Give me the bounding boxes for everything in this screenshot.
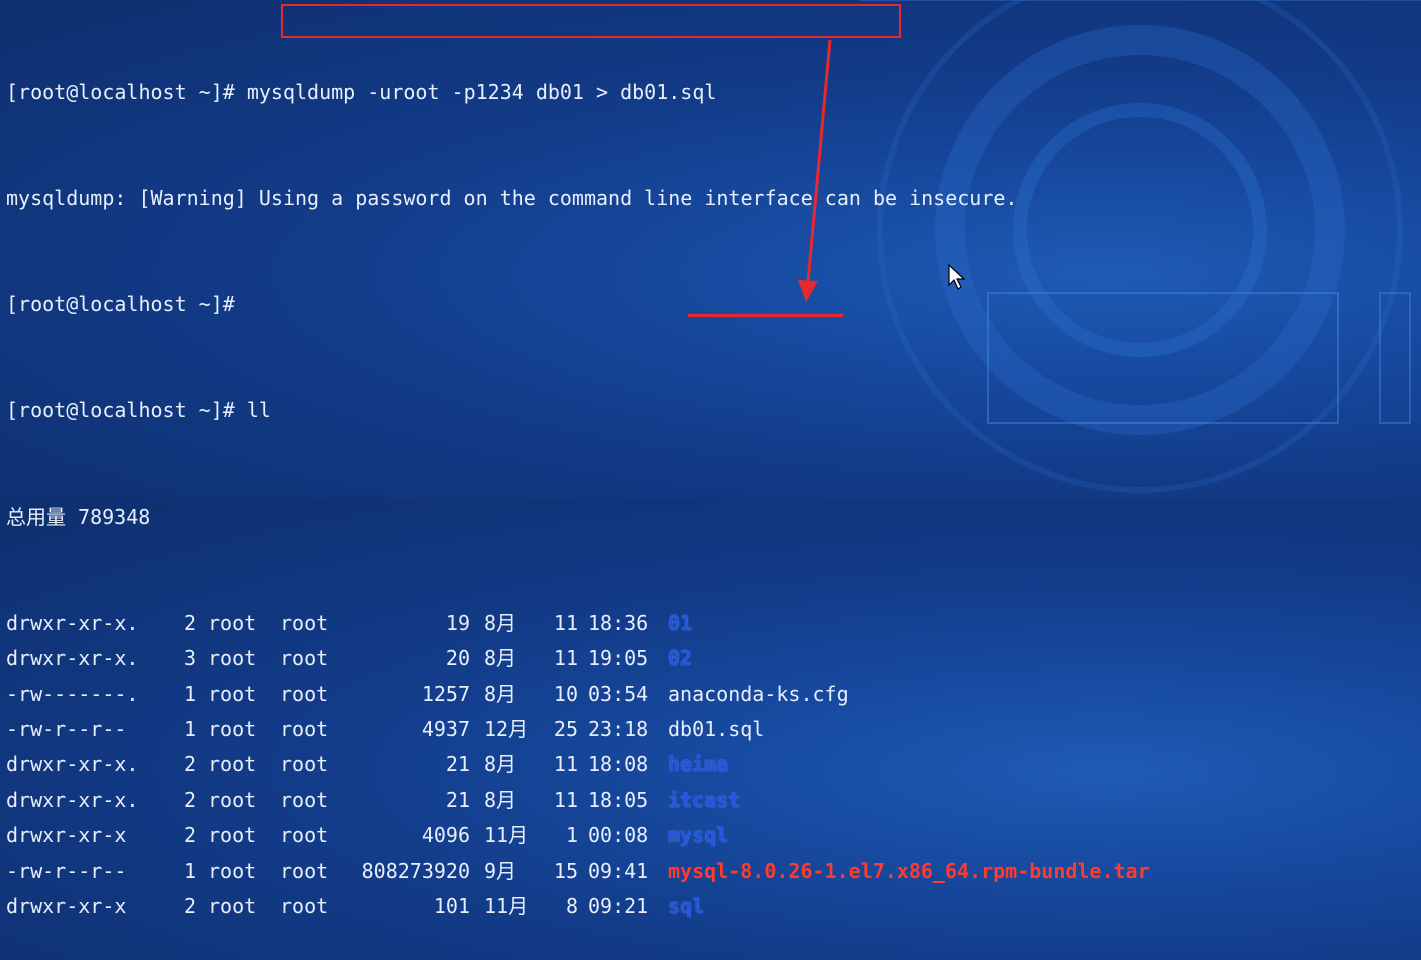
total-line: 总用量 789348: [6, 500, 1416, 535]
file-owner: root: [208, 681, 257, 706]
file-time: 18:08: [588, 752, 649, 777]
file-month: 8月: [484, 681, 517, 706]
file-owner: root: [208, 823, 257, 848]
file-permissions: -rw-r--r--: [6, 858, 127, 883]
file-day: 25: [553, 717, 578, 741]
file-month: 9月: [484, 858, 517, 883]
file-group: root: [280, 752, 329, 777]
total-text: 总用量 789348: [6, 504, 151, 529]
file-owner: root: [208, 646, 257, 671]
file-day: 11: [553, 787, 578, 812]
file-day: 10: [553, 681, 578, 706]
file-time: 18:36: [588, 610, 649, 635]
file-group: root: [280, 610, 329, 635]
file-day: 1: [565, 823, 578, 848]
file-group: root: [280, 717, 329, 741]
file-row: drwxr-xr-x. 2 root root 21 8月 11 18:05 itcast: [6, 783, 1416, 818]
file-month: 8月: [484, 787, 517, 812]
file-name: heima: [668, 752, 729, 777]
file-link-count: 3: [183, 646, 196, 671]
file-permissions: -rw-r--r--: [6, 717, 127, 741]
file-month: 11月: [484, 823, 529, 848]
file-owner: root: [208, 893, 257, 918]
file-day: 8: [565, 893, 578, 918]
file-group: root: [280, 823, 329, 848]
file-day: 15: [553, 858, 578, 883]
file-time: 09:21: [588, 893, 649, 918]
file-link-count: 2: [183, 893, 196, 918]
file-name: mysql-8.0.26-1.el7.x86_64.rpm-bundle.tar: [668, 858, 1150, 883]
file-owner: root: [208, 787, 257, 812]
file-link-count: 1: [183, 717, 196, 741]
file-name: 02: [668, 646, 693, 671]
file-owner: root: [208, 717, 257, 741]
file-group: root: [280, 858, 329, 883]
file-time: 00:08: [588, 823, 649, 848]
file-size: 4937: [421, 717, 470, 741]
file-month: 8月: [484, 646, 517, 671]
file-month: 8月: [484, 610, 517, 635]
file-link-count: 2: [183, 610, 196, 635]
file-row: -rw-r--r-- 1 root root 4937 12月 25 23:18 db01.sq…: [6, 712, 1416, 747]
file-listing: drwxr-xr-x. 2 root root 19 8月 11 18:36 01 drwxr-x…: [6, 606, 1416, 925]
file-time: 23:18: [588, 717, 649, 741]
file-permissions: drwxr-xr-x.: [6, 610, 139, 635]
file-time: 09:41: [588, 858, 649, 883]
file-link-count: 2: [183, 787, 196, 812]
file-day: 11: [553, 646, 578, 671]
file-owner: root: [208, 610, 257, 635]
file-row: drwxr-xr-x. 2 root root 19 8月 11 18:36 01: [6, 606, 1416, 641]
file-row: -rw-r--r-- 1 root root 808273920 9月 15 09:41 mys…: [6, 854, 1416, 889]
file-day: 11: [553, 752, 578, 777]
file-row: drwxr-xr-x 2 root root 101 11月 8 09:21 sql: [6, 889, 1416, 924]
file-name: mysql: [668, 823, 729, 848]
file-group: root: [280, 646, 329, 671]
file-permissions: drwxr-xr-x.: [6, 646, 139, 671]
file-day: 11: [553, 610, 578, 635]
file-row: -rw-------. 1 root root 1257 8月 10 03:54 anacond…: [6, 677, 1416, 712]
file-permissions: drwxr-xr-x: [6, 823, 127, 848]
file-row: drwxr-xr-x 2 root root 4096 11月 1 00:08 mysql: [6, 818, 1416, 853]
file-row: drwxr-xr-x. 2 root root 21 8月 11 18:08 heima: [6, 747, 1416, 782]
file-link-count: 2: [183, 823, 196, 848]
file-size: 19: [445, 610, 470, 635]
file-size: 21: [445, 787, 470, 812]
file-time: 03:54: [588, 681, 649, 706]
file-group: root: [280, 681, 329, 706]
file-name: anaconda-ks.cfg: [668, 681, 849, 706]
file-size: 808273920: [361, 858, 470, 883]
file-row: drwxr-xr-x. 3 root root 20 8月 11 19:05 02: [6, 641, 1416, 676]
file-size: 1257: [421, 681, 470, 706]
file-link-count: 1: [183, 681, 196, 706]
file-owner: root: [208, 858, 257, 883]
file-size: 20: [445, 646, 470, 671]
file-group: root: [280, 893, 329, 918]
file-name: itcast: [668, 787, 741, 812]
file-month: 8月: [484, 752, 517, 777]
file-size: 101: [433, 893, 470, 918]
file-name: db01.sql: [668, 717, 765, 741]
annotation-arrow: [798, 39, 832, 302]
file-time: 18:05: [588, 787, 649, 812]
file-link-count: 2: [183, 752, 196, 777]
mouse-pointer-icon: [948, 264, 966, 290]
file-permissions: -rw-------.: [6, 681, 139, 706]
file-month: 12月: [484, 717, 529, 741]
file-size: 4096: [421, 823, 470, 848]
file-month: 11月: [484, 893, 529, 918]
file-permissions: drwxr-xr-x.: [6, 752, 139, 777]
file-link-count: 1: [183, 858, 196, 883]
file-time: 19:05: [588, 646, 649, 671]
file-permissions: drwxr-xr-x.: [6, 787, 139, 812]
file-group: root: [280, 787, 329, 812]
file-owner: root: [208, 752, 257, 777]
file-name: 01: [668, 610, 693, 635]
file-size: 21: [445, 752, 470, 777]
file-name: sql: [668, 893, 705, 918]
file-permissions: drwxr-xr-x: [6, 893, 127, 918]
